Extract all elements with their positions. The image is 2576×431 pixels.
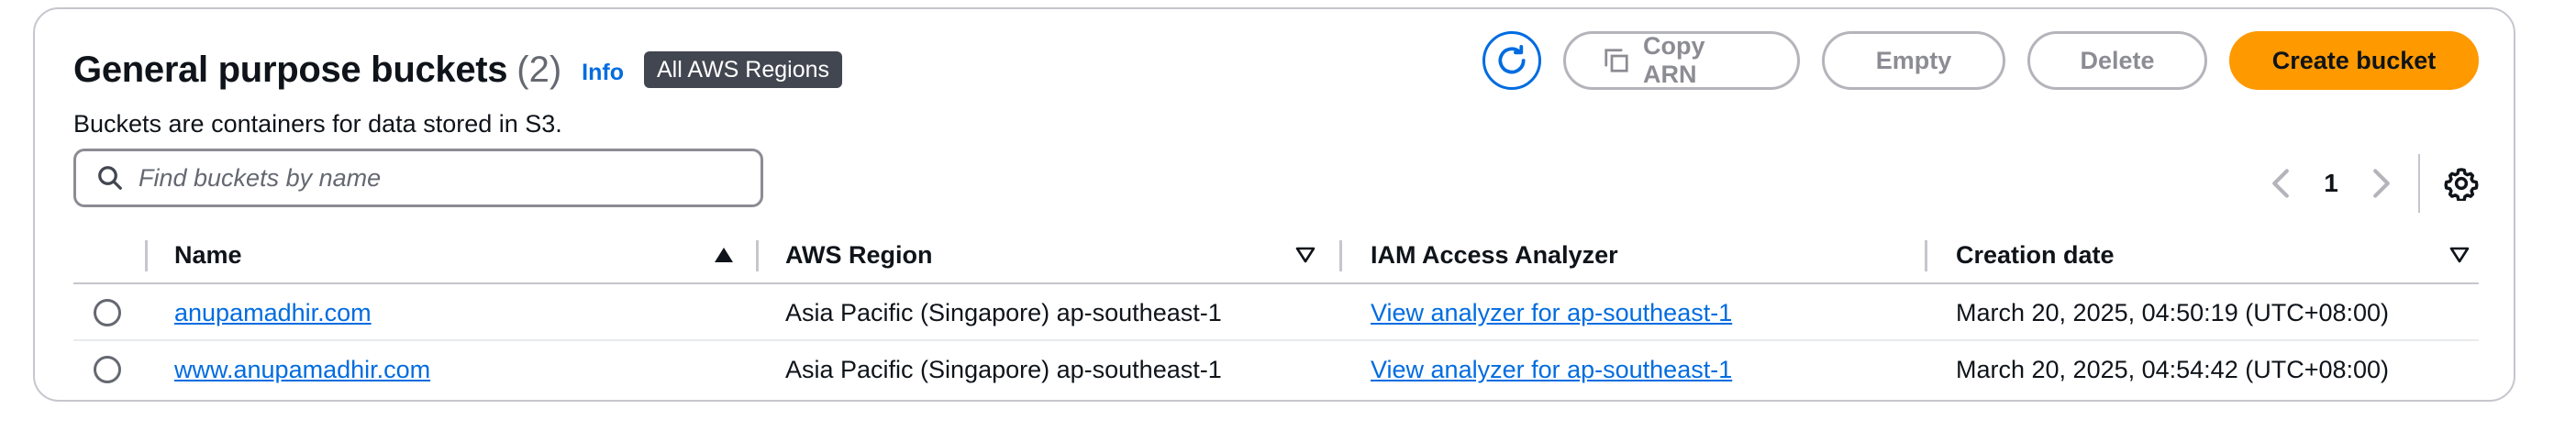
- current-page[interactable]: 1: [2299, 169, 2363, 198]
- refresh-icon: [1494, 43, 1529, 78]
- column-header-created-label: Creation date: [1956, 240, 2115, 269]
- buckets-panel: General purpose buckets (2) Info All AWS…: [33, 7, 2515, 402]
- page-title: General purpose buckets: [73, 49, 508, 90]
- row-select-radio[interactable]: [94, 356, 121, 383]
- table-row[interactable]: anupamadhir.com Asia Pacific (Singapore)…: [73, 284, 2479, 341]
- column-header-region-label: AWS Region: [785, 240, 933, 269]
- column-header-name[interactable]: Name: [174, 227, 242, 282]
- view-analyzer-link[interactable]: View analyzer for ap-southeast-1: [1371, 356, 1732, 384]
- copy-icon: [1603, 47, 1630, 74]
- delete-button[interactable]: Delete: [2027, 31, 2207, 90]
- column-header-region[interactable]: AWS Region: [758, 227, 933, 282]
- panel-description: Buckets are containers for data stored i…: [73, 110, 562, 138]
- action-bar: Copy ARN Empty Delete Create bucket: [1482, 31, 2479, 90]
- column-header-analyzer-label: IAM Access Analyzer: [1371, 240, 1618, 269]
- create-bucket-button[interactable]: Create bucket: [2229, 31, 2479, 90]
- info-link[interactable]: Info: [582, 60, 624, 86]
- creation-date: March 20, 2025, 04:50:19 (UTC+08:00): [1956, 298, 2390, 326]
- column-separator: [145, 240, 148, 271]
- column-header-created[interactable]: Creation date: [1926, 227, 2115, 282]
- bucket-name-link[interactable]: www.anupamadhir.com: [174, 356, 430, 384]
- refresh-button[interactable]: [1482, 31, 1541, 90]
- copy-arn-label: Copy ARN: [1643, 32, 1705, 88]
- table-row[interactable]: www.anupamadhir.com Asia Pacific (Singap…: [73, 341, 2479, 398]
- buckets-table: Name AWS Region IAM Access Analyzer Crea…: [73, 227, 2479, 398]
- previous-page-icon[interactable]: [2262, 168, 2299, 199]
- pager-divider: [2418, 154, 2420, 213]
- search-icon: [96, 164, 124, 192]
- column-header-analyzer[interactable]: IAM Access Analyzer: [1341, 227, 1618, 282]
- creation-date: March 20, 2025, 04:54:42 (UTC+08:00): [1956, 355, 2390, 383]
- bucket-region: Asia Pacific (Singapore) ap-southeast-1: [785, 355, 1222, 383]
- row-select-radio[interactable]: [94, 299, 121, 326]
- search-input[interactable]: [139, 163, 726, 193]
- table-header: Name AWS Region IAM Access Analyzer Crea…: [73, 227, 2479, 284]
- region-badge: All AWS Regions: [643, 51, 843, 88]
- bucket-name-link[interactable]: anupamadhir.com: [174, 299, 372, 327]
- pagination: 1: [2262, 154, 2479, 213]
- next-page-icon[interactable]: [2363, 168, 2400, 199]
- sort-icon[interactable]: [2449, 227, 2470, 282]
- search-box: [73, 149, 763, 207]
- empty-button[interactable]: Empty: [1822, 31, 2005, 90]
- sort-ascending-icon[interactable]: [714, 227, 734, 282]
- gear-icon[interactable]: [2444, 166, 2479, 201]
- sort-icon[interactable]: [1295, 227, 1316, 282]
- panel-header: General purpose buckets (2) Info All AWS…: [73, 42, 843, 97]
- view-analyzer-link[interactable]: View analyzer for ap-southeast-1: [1371, 299, 1732, 327]
- bucket-count: (2): [516, 49, 562, 90]
- copy-arn-button[interactable]: Copy ARN: [1563, 31, 1800, 90]
- bucket-region: Asia Pacific (Singapore) ap-southeast-1: [785, 298, 1222, 326]
